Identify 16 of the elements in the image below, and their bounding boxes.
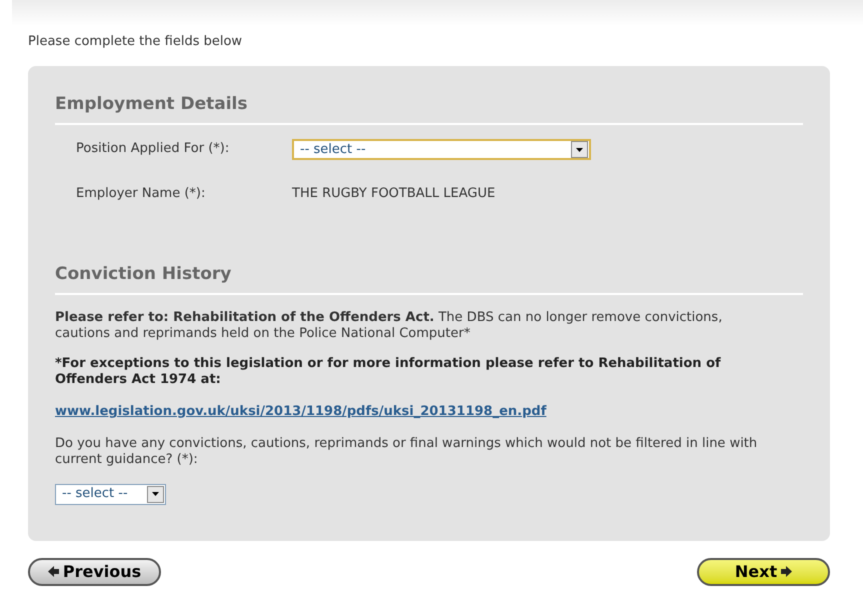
next-button[interactable]: Next bbox=[697, 558, 830, 586]
arrow-icon bbox=[48, 566, 59, 577]
info-text: Please refer to: Rehabilitation of the Offenders Act. The DBS can no longer remove convictions, cautions and reprimands held on the Police National Computer* bbox=[55, 310, 724, 342]
field-value: THE RUGBY FOOTBALL LEAGUE bbox=[292, 185, 496, 203]
arrow-icon bbox=[781, 566, 792, 577]
select-field[interactable]: -- select -- bbox=[292, 139, 591, 160]
document-link[interactable]: www.legislation.gov.uk/uksi/2013/1198/pdfs/uksi_20131198_en.pdf bbox=[55, 402, 546, 422]
previous-button[interactable]: Previous bbox=[28, 558, 161, 586]
section-heading: Conviction History bbox=[55, 262, 803, 295]
note-text: *For exceptions to this legislation or for more information please refer to Rehabilitation of Offenders Act 1974 at: bbox=[55, 356, 722, 388]
section-heading: Employment Details bbox=[55, 92, 803, 125]
instruction-text: Please complete the fields below bbox=[28, 33, 244, 51]
field-label: Employer Name (*): bbox=[76, 185, 206, 203]
select-field[interactable]: -- select -- bbox=[55, 484, 166, 504]
info-text: Do you have any convictions, cautions, reprimands or final warnings which would not be filtered in line with current guidance? (*): bbox=[55, 436, 758, 468]
field-label: Position Applied For (*): bbox=[76, 140, 230, 158]
